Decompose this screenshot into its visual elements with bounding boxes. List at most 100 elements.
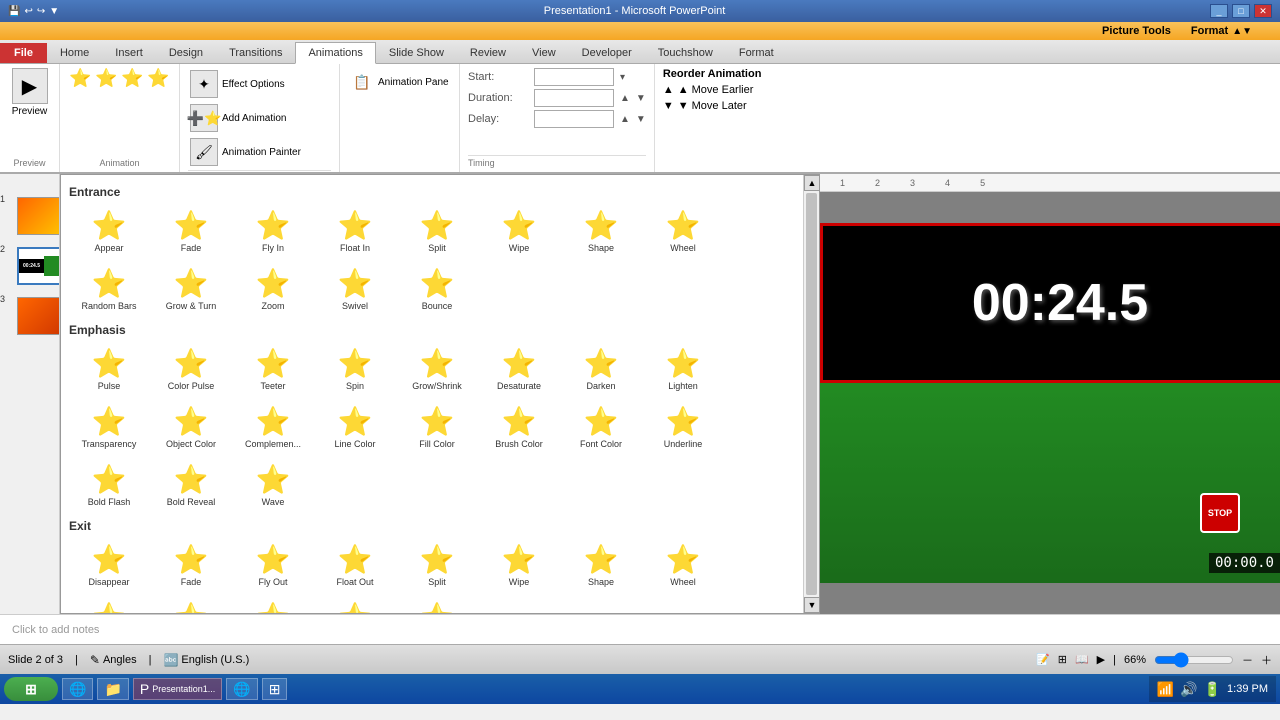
anim-fly-in[interactable]: ⭐ Fly In: [233, 203, 313, 259]
zoom-out-button[interactable]: －: [1242, 652, 1253, 668]
tab-animations[interactable]: Animations: [295, 42, 375, 64]
anim-desaturate[interactable]: ⭐ Desaturate: [479, 341, 559, 397]
animation-pane-button[interactable]: 📋 Animation Pane: [348, 68, 451, 96]
anim-transparency[interactable]: ⭐ Transparency: [69, 399, 149, 455]
slide-thumb-2[interactable]: 2 00:24.5: [14, 244, 56, 288]
anim-bounce-exit[interactable]: ⭐ Bounce: [397, 595, 477, 613]
tab-slideshow[interactable]: Slide Show: [376, 42, 457, 63]
tab-view[interactable]: View: [519, 42, 569, 63]
anim-bold-flash[interactable]: ⭐ Bold Flash: [69, 457, 149, 513]
anim-bold-reveal[interactable]: ⭐ Bold Reveal: [151, 457, 231, 513]
anim-fade-exit[interactable]: ⭐ Fade: [151, 537, 231, 593]
duration-input[interactable]: [534, 89, 614, 107]
tab-review[interactable]: Review: [457, 42, 519, 63]
anim-float-in[interactable]: ⭐ Float In: [315, 203, 395, 259]
anim-split-exit[interactable]: ⭐ Split: [397, 537, 477, 593]
tab-transitions[interactable]: Transitions: [216, 42, 295, 63]
anim-complement[interactable]: ⭐ Complemen...: [233, 399, 313, 455]
start-arrow[interactable]: ▾: [620, 72, 625, 83]
delay-input[interactable]: [534, 110, 614, 128]
anim-grow-shrink[interactable]: ⭐ Grow/Shrink: [397, 341, 477, 397]
timing-label: Timing: [468, 155, 646, 168]
anim-appear[interactable]: ⭐ Appear: [69, 203, 149, 259]
anim-font-color[interactable]: ⭐ Font Color: [561, 399, 641, 455]
anim-wheel-entrance[interactable]: ⭐ Wheel: [643, 203, 723, 259]
slide-thumb-3[interactable]: 3: [14, 294, 56, 338]
anim-underline[interactable]: ⭐ Underline: [643, 399, 723, 455]
preview-button[interactable]: ▶ Preview: [12, 68, 48, 117]
delay-up[interactable]: ▲: [620, 114, 630, 125]
scroll-down-button[interactable]: ▼: [804, 597, 820, 613]
anim-wipe-exit[interactable]: ⭐ Wipe: [479, 537, 559, 593]
anim-teeter[interactable]: ⭐ Teeter: [233, 341, 313, 397]
format-tab-label[interactable]: Format: [1191, 25, 1228, 37]
anim-pulse[interactable]: ⭐ Pulse: [69, 341, 149, 397]
start-input[interactable]: [534, 68, 614, 86]
anim-shape-exit[interactable]: ⭐ Shape: [561, 537, 641, 593]
slide-thumb-1[interactable]: 1: [14, 194, 56, 238]
tab-home[interactable]: Home: [47, 42, 102, 63]
duration-up[interactable]: ▲: [620, 93, 630, 104]
anim-split-entrance[interactable]: ⭐ Split: [397, 203, 477, 259]
move-earlier-button[interactable]: ▲▲ Move Earlier: [663, 84, 807, 96]
reading-view-button[interactable]: 📖: [1075, 653, 1089, 666]
anim-color-pulse[interactable]: ⭐ Color Pulse: [151, 341, 231, 397]
taskbar-powerpoint[interactable]: P Presentation1...: [133, 678, 222, 700]
maximize-button[interactable]: □: [1232, 4, 1250, 18]
zoom-in-button[interactable]: ＋: [1261, 652, 1272, 668]
anim-fill-color[interactable]: ⭐ Fill Color: [397, 399, 477, 455]
anim-wave[interactable]: ⭐ Wave: [233, 457, 313, 513]
anim-spin[interactable]: ⭐ Spin: [315, 341, 395, 397]
anim-zoom-exit[interactable]: ⭐ Zoom: [233, 595, 313, 613]
zoom-slider[interactable]: [1154, 652, 1234, 668]
anim-swivel-exit[interactable]: ⭐ Swivel: [315, 595, 395, 613]
anim-zoom-entrance[interactable]: ⭐ Zoom: [233, 261, 313, 317]
tab-insert[interactable]: Insert: [102, 42, 156, 63]
anim-wheel-exit[interactable]: ⭐ Wheel: [643, 537, 723, 593]
anim-object-color[interactable]: ⭐ Object Color: [151, 399, 231, 455]
taskbar-windows[interactable]: ⊞: [262, 678, 288, 700]
anim-bounce-entrance[interactable]: ⭐ Bounce: [397, 261, 477, 317]
anim-swivel-entrance[interactable]: ⭐ Swivel: [315, 261, 395, 317]
anim-fade-entrance[interactable]: ⭐ Fade: [151, 203, 231, 259]
anim-line-color[interactable]: ⭐ Line Color: [315, 399, 395, 455]
tab-touchshow[interactable]: Touchshow: [645, 42, 726, 63]
move-later-button[interactable]: ▼▼ Move Later: [663, 100, 807, 112]
slide-info: Slide 2 of 3: [8, 654, 63, 666]
duration-down[interactable]: ▼: [636, 93, 646, 104]
anim-fly-out[interactable]: ⭐ Fly Out: [233, 537, 313, 593]
anim-disappear[interactable]: ⭐ Disappear: [69, 537, 149, 593]
close-button[interactable]: ✕: [1254, 4, 1272, 18]
scroll-thumb[interactable]: [806, 193, 817, 595]
anim-grow-turn[interactable]: ⭐ Grow & Turn: [151, 261, 231, 317]
tab-developer[interactable]: Developer: [569, 42, 645, 63]
anim-random-bars-entrance[interactable]: ⭐ Random Bars: [69, 261, 149, 317]
anim-lighten[interactable]: ⭐ Lighten: [643, 341, 723, 397]
anim-shrink-turn[interactable]: ⭐ Shrink & Turn: [151, 595, 231, 613]
taskbar-browser[interactable]: 🌐: [226, 678, 257, 700]
delay-down[interactable]: ▼: [636, 114, 646, 125]
slideshow-button[interactable]: ▶: [1097, 653, 1105, 666]
start-button[interactable]: ⊞: [4, 677, 58, 701]
tab-format[interactable]: Format: [726, 42, 787, 63]
slide-sorter-button[interactable]: ⊞: [1058, 653, 1067, 666]
notes-bar[interactable]: Click to add notes: [0, 614, 1280, 644]
effect-options-button[interactable]: ✦ Effect Options: [188, 68, 331, 100]
animation-painter-button[interactable]: 🖌 Animation Painter: [188, 136, 331, 168]
anim-random-bars-exit[interactable]: ⭐ Random Bars: [69, 595, 149, 613]
minimize-button[interactable]: _: [1210, 4, 1228, 18]
anim-brush-color[interactable]: ⭐ Brush Color: [479, 399, 559, 455]
animation-scrollbar[interactable]: ▲ ▼: [803, 175, 819, 613]
tab-file[interactable]: File: [0, 43, 47, 63]
notes-button[interactable]: 📝: [1036, 653, 1050, 666]
tab-design[interactable]: Design: [156, 42, 216, 63]
anim-shape-entrance[interactable]: ⭐ Shape: [561, 203, 641, 259]
add-animation-button[interactable]: ➕⭐ Add Animation: [188, 102, 331, 134]
taskbar-explorer[interactable]: 📁: [97, 678, 128, 700]
animation-scroll-area[interactable]: Entrance ⭐ Appear ⭐ Fade ⭐ Fly In: [61, 175, 803, 613]
anim-darken[interactable]: ⭐ Darken: [561, 341, 641, 397]
scroll-up-button[interactable]: ▲: [804, 175, 820, 191]
anim-float-out[interactable]: ⭐ Float Out: [315, 537, 395, 593]
anim-wipe-entrance[interactable]: ⭐ Wipe: [479, 203, 559, 259]
taskbar-ie[interactable]: 🌐: [62, 678, 93, 700]
